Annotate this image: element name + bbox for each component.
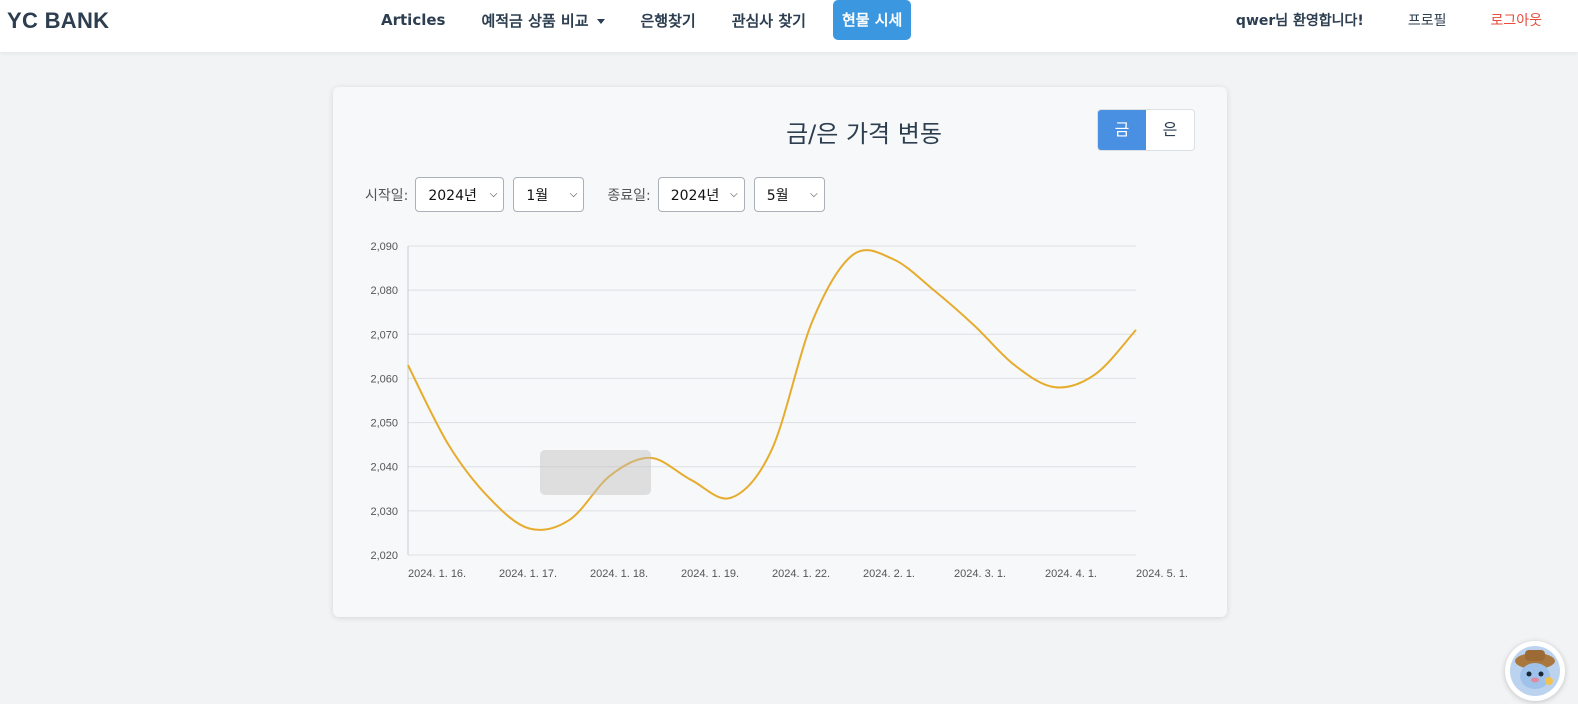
x-tick-label: 2024. 1. 17. [499, 568, 557, 580]
gold-price-line [407, 249, 1137, 531]
top-navbar: YC BANK Articles 예적금 상품 비교 은행찾기 관심사 찾기 현… [0, 0, 1578, 52]
price-chart-card: 금/은 가격 변동 금 은 시작일: 2024년 ⌵ 1월 ⌵ 종료일: 2024년… [333, 87, 1227, 617]
profile-link[interactable]: 프로필 [1408, 10, 1447, 30]
y-tick-label: 2,040 [370, 462, 398, 474]
y-tick-label: 2,020 [370, 550, 398, 562]
nav-spot-price[interactable]: 현물 시세 [832, 0, 912, 40]
nav-articles[interactable]: Articles [372, 11, 454, 29]
x-tick-label: 2024. 1. 18. [590, 568, 648, 580]
x-tick-label: 2024. 4. 1. [1045, 568, 1097, 580]
y-tick-label: 2,090 [370, 241, 398, 253]
y-tick-label: 2,080 [370, 285, 398, 297]
x-tick-label: 2024. 2. 1. [863, 568, 915, 580]
x-tick-label: 2024. 1. 22. [772, 568, 830, 580]
gold-price-line-chart[interactable]: 2,020 2,030 2,040 2,050 2,060 2,070 2,080 2,090… [333, 87, 1227, 617]
mascot-icon [1510, 646, 1560, 696]
y-tick-label: 2,070 [370, 329, 398, 341]
y-tick-label: 2,060 [370, 373, 398, 385]
y-tick-label: 2,050 [370, 418, 398, 430]
nav-product-compare[interactable]: 예적금 상품 비교 [472, 10, 613, 31]
x-tick-label: 2024. 1. 16. [408, 568, 466, 580]
x-tick-label: 2024. 3. 1. [954, 568, 1006, 580]
chatbot-avatar-button[interactable] [1505, 641, 1565, 701]
nav-bank-finder[interactable]: 은행찾기 [632, 10, 705, 31]
nav-interest-finder[interactable]: 관심사 찾기 [723, 10, 815, 31]
logout-link[interactable]: 로그아웃 [1490, 10, 1542, 30]
x-tick-label: 2024. 1. 19. [681, 568, 739, 580]
caret-down-icon [596, 18, 605, 24]
brand-logo[interactable]: YC BANK [7, 8, 109, 34]
nav-product-compare-label: 예적금 상품 비교 [481, 11, 589, 30]
main-nav: Articles 예적금 상품 비교 은행찾기 관심사 찾기 현물 시세 [372, 0, 929, 40]
tooltip-ghost [540, 450, 651, 495]
x-tick-label: 2024. 5. 1. [1136, 568, 1188, 580]
y-tick-label: 2,030 [370, 506, 398, 518]
welcome-text: qwer님 환영합니다! [1235, 13, 1364, 29]
user-nav: qwer님 환영합니다! 프로필 로그아웃 [1236, 0, 1542, 40]
